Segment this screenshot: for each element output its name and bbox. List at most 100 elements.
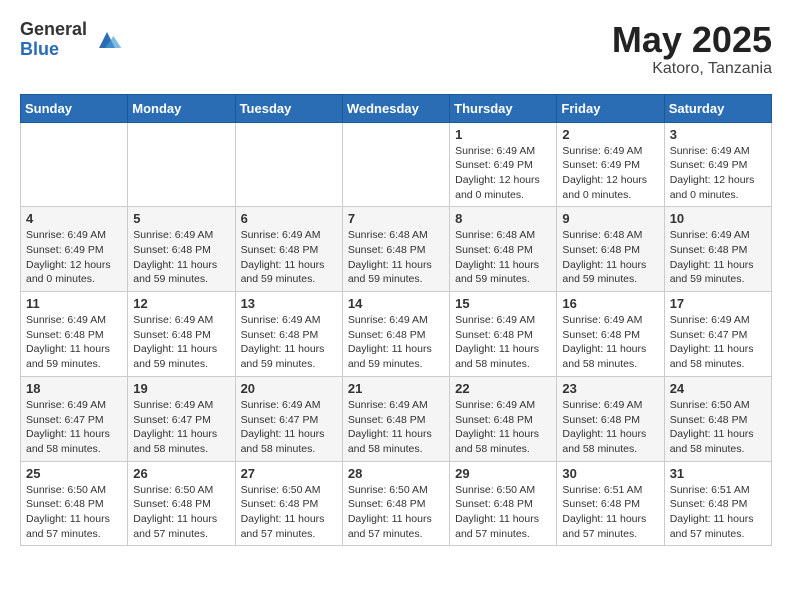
header-tuesday: Tuesday (235, 94, 342, 122)
week-row-1: 4Sunrise: 6:49 AMSunset: 6:49 PMDaylight… (21, 207, 772, 292)
logo-icon (91, 24, 123, 56)
calendar-cell: 2 Sunrise: 6:49 AMSunset: 6:49 PMDaylight… (557, 122, 664, 207)
calendar-cell: 1 Sunrise: 6:49 AMSunset: 6:49 PMDaylight… (450, 122, 557, 207)
calendar-cell: 3 Sunrise: 6:49 AMSunset: 6:49 PMDaylight… (664, 122, 771, 207)
day-number: 28 (348, 466, 444, 481)
day-number: 15 (455, 296, 551, 311)
day-number: 11 (26, 296, 122, 311)
day-info: Sunrise: 6:50 AMSunset: 6:48 PMDaylight:… (455, 483, 551, 542)
day-number: 14 (348, 296, 444, 311)
day-number: 17 (670, 296, 766, 311)
day-info: Sunrise: 6:49 AMSunset: 6:48 PMDaylight:… (348, 313, 444, 372)
calendar-cell: 22Sunrise: 6:49 AMSunset: 6:48 PMDayligh… (450, 376, 557, 461)
calendar-cell: 13 Sunrise: 6:49 AMSunset: 6:48 PMDayligh… (235, 292, 342, 377)
day-number: 27 (241, 466, 337, 481)
day-number: 26 (133, 466, 229, 481)
calendar-cell: 17Sunrise: 6:49 AMSunset: 6:47 PMDayligh… (664, 292, 771, 377)
header-saturday: Saturday (664, 94, 771, 122)
day-number: 25 (26, 466, 122, 481)
header-friday: Friday (557, 94, 664, 122)
day-info: Sunrise: 6:49 AMSunset: 6:48 PMDaylight:… (562, 313, 658, 372)
day-number: 24 (670, 381, 766, 396)
calendar-cell: 5Sunrise: 6:49 AMSunset: 6:48 PMDaylight… (128, 207, 235, 292)
day-number: 1 (455, 127, 551, 142)
logo-blue-text: Blue (20, 40, 87, 60)
day-number: 13 (241, 296, 337, 311)
day-info: Sunrise: 6:51 AMSunset: 6:48 PMDaylight:… (670, 483, 766, 542)
calendar-cell: 9Sunrise: 6:48 AMSunset: 6:48 PMDaylight… (557, 207, 664, 292)
logo: General Blue (20, 20, 123, 60)
day-info: Sunrise: 6:49 AMSunset: 6:48 PMDaylight:… (455, 313, 551, 372)
day-number: 7 (348, 211, 444, 226)
calendar-cell: 26 Sunrise: 6:50 AMSunset: 6:48 PMDayligh… (128, 461, 235, 546)
location: Katoro, Tanzania (612, 60, 772, 78)
calendar-cell: 24 Sunrise: 6:50 AMSunset: 6:48 PMDayligh… (664, 376, 771, 461)
calendar-cell (21, 122, 128, 207)
day-info: Sunrise: 6:50 AMSunset: 6:48 PMDaylight:… (348, 483, 444, 542)
day-number: 6 (241, 211, 337, 226)
day-number: 30 (562, 466, 658, 481)
day-number: 23 (562, 381, 658, 396)
day-number: 20 (241, 381, 337, 396)
day-info: Sunrise: 6:49 AMSunset: 6:49 PMDaylight:… (562, 144, 658, 203)
calendar-cell: 16 Sunrise: 6:49 AMSunset: 6:48 PMDayligh… (557, 292, 664, 377)
day-info: Sunrise: 6:48 AMSunset: 6:48 PMDaylight:… (455, 228, 551, 287)
day-info: Sunrise: 6:49 AMSunset: 6:48 PMDaylight:… (455, 398, 551, 457)
calendar-cell: 4Sunrise: 6:49 AMSunset: 6:49 PMDaylight… (21, 207, 128, 292)
calendar-cell: 10Sunrise: 6:49 AMSunset: 6:48 PMDayligh… (664, 207, 771, 292)
calendar-cell (342, 122, 449, 207)
calendar-cell (235, 122, 342, 207)
calendar-cell: 11 Sunrise: 6:49 AMSunset: 6:48 PMDayligh… (21, 292, 128, 377)
calendar-cell: 12Sunrise: 6:49 AMSunset: 6:48 PMDayligh… (128, 292, 235, 377)
week-row-4: 25 Sunrise: 6:50 AMSunset: 6:48 PMDayligh… (21, 461, 772, 546)
day-info: Sunrise: 6:50 AMSunset: 6:48 PMDaylight:… (670, 398, 766, 457)
day-number: 3 (670, 127, 766, 142)
day-info: Sunrise: 6:50 AMSunset: 6:48 PMDaylight:… (26, 483, 122, 542)
calendar-header: SundayMondayTuesdayWednesdayThursdayFrid… (21, 94, 772, 122)
day-info: Sunrise: 6:50 AMSunset: 6:48 PMDaylight:… (133, 483, 229, 542)
header-thursday: Thursday (450, 94, 557, 122)
calendar-cell: 29 Sunrise: 6:50 AMSunset: 6:48 PMDayligh… (450, 461, 557, 546)
day-number: 4 (26, 211, 122, 226)
day-number: 2 (562, 127, 658, 142)
day-info: Sunrise: 6:48 AMSunset: 6:48 PMDaylight:… (348, 228, 444, 287)
day-info: Sunrise: 6:49 AMSunset: 6:49 PMDaylight:… (670, 144, 766, 203)
day-info: Sunrise: 6:49 AMSunset: 6:48 PMDaylight:… (241, 228, 337, 287)
calendar-cell: 19Sunrise: 6:49 AMSunset: 6:47 PMDayligh… (128, 376, 235, 461)
day-info: Sunrise: 6:49 AMSunset: 6:47 PMDaylight:… (133, 398, 229, 457)
title-block: May 2025 Katoro, Tanzania (612, 20, 772, 78)
day-info: Sunrise: 6:49 AMSunset: 6:48 PMDaylight:… (133, 313, 229, 372)
day-number: 31 (670, 466, 766, 481)
day-number: 5 (133, 211, 229, 226)
day-number: 16 (562, 296, 658, 311)
calendar-cell: 6 Sunrise: 6:49 AMSunset: 6:48 PMDaylight… (235, 207, 342, 292)
logo-general-text: General (20, 20, 87, 40)
calendar-cell: 30 Sunrise: 6:51 AMSunset: 6:48 PMDayligh… (557, 461, 664, 546)
day-number: 8 (455, 211, 551, 226)
day-info: Sunrise: 6:49 AMSunset: 6:48 PMDaylight:… (26, 313, 122, 372)
day-info: Sunrise: 6:49 AMSunset: 6:47 PMDaylight:… (241, 398, 337, 457)
calendar-cell (128, 122, 235, 207)
day-info: Sunrise: 6:50 AMSunset: 6:48 PMDaylight:… (241, 483, 337, 542)
day-info: Sunrise: 6:49 AMSunset: 6:48 PMDaylight:… (241, 313, 337, 372)
calendar-cell: 21 Sunrise: 6:49 AMSunset: 6:48 PMDayligh… (342, 376, 449, 461)
header-monday: Monday (128, 94, 235, 122)
calendar-cell: 15 Sunrise: 6:49 AMSunset: 6:48 PMDayligh… (450, 292, 557, 377)
day-number: 21 (348, 381, 444, 396)
day-info: Sunrise: 6:49 AMSunset: 6:48 PMDaylight:… (348, 398, 444, 457)
calendar-cell: 18Sunrise: 6:49 AMSunset: 6:47 PMDayligh… (21, 376, 128, 461)
calendar-cell: 25 Sunrise: 6:50 AMSunset: 6:48 PMDayligh… (21, 461, 128, 546)
day-info: Sunrise: 6:49 AMSunset: 6:49 PMDaylight:… (455, 144, 551, 203)
calendar-cell: 27 Sunrise: 6:50 AMSunset: 6:48 PMDayligh… (235, 461, 342, 546)
day-number: 29 (455, 466, 551, 481)
calendar-cell: 14 Sunrise: 6:49 AMSunset: 6:48 PMDayligh… (342, 292, 449, 377)
day-info: Sunrise: 6:48 AMSunset: 6:48 PMDaylight:… (562, 228, 658, 287)
calendar-cell: 20 Sunrise: 6:49 AMSunset: 6:47 PMDayligh… (235, 376, 342, 461)
calendar-table: SundayMondayTuesdayWednesdayThursdayFrid… (20, 94, 772, 547)
calendar-cell: 28 Sunrise: 6:50 AMSunset: 6:48 PMDayligh… (342, 461, 449, 546)
header-sunday: Sunday (21, 94, 128, 122)
day-info: Sunrise: 6:51 AMSunset: 6:48 PMDaylight:… (562, 483, 658, 542)
calendar-cell: 23Sunrise: 6:49 AMSunset: 6:48 PMDayligh… (557, 376, 664, 461)
week-row-2: 11 Sunrise: 6:49 AMSunset: 6:48 PMDayligh… (21, 292, 772, 377)
page-header: General Blue May 2025 Katoro, Tanzania (20, 20, 772, 78)
